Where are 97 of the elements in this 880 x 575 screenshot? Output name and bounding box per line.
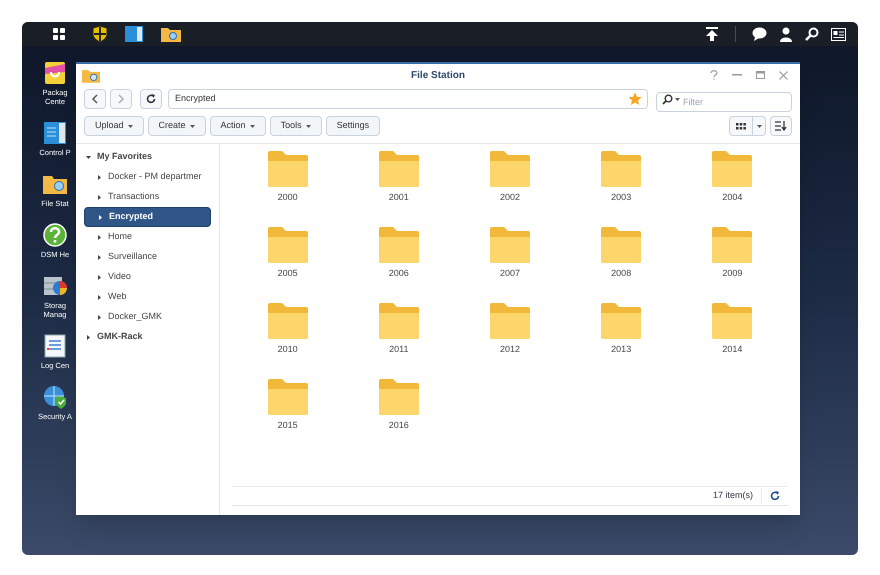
- apps-grid-icon[interactable]: [52, 27, 66, 41]
- back-chevron-icon: [92, 94, 98, 104]
- folder-icon: [378, 226, 420, 264]
- toolbar-button[interactable]: Create: [148, 116, 206, 136]
- help-app-icon[interactable]: [42, 222, 68, 248]
- back-button[interactable]: [84, 89, 106, 109]
- folder-icon: [378, 302, 420, 340]
- tree-item[interactable]: Docker_GMK: [84, 307, 211, 327]
- address-field[interactable]: Encrypted: [168, 89, 648, 109]
- toolbar-button[interactable]: Action: [210, 116, 266, 136]
- collapsed-caret-icon[interactable]: [97, 194, 102, 200]
- folder-icon: [266, 226, 309, 264]
- folder-item[interactable]: 2006: [343, 224, 454, 296]
- folder-icon: [378, 150, 420, 188]
- tree-item[interactable]: Web: [84, 287, 211, 307]
- tree-item[interactable]: Encrypted: [84, 207, 211, 227]
- folder-item[interactable]: 2010: [232, 300, 344, 372]
- folder-item[interactable]: 2012: [454, 300, 566, 372]
- folder-item[interactable]: 2004: [676, 148, 788, 220]
- shield-icon[interactable]: [91, 25, 109, 43]
- folder-search-icon: [82, 68, 100, 82]
- collapsed-caret-icon[interactable]: [97, 234, 102, 240]
- folder-item[interactable]: 2016: [343, 376, 454, 448]
- folder-icon: [711, 226, 754, 264]
- chat-icon[interactable]: [752, 27, 767, 41]
- upload-icon[interactable]: [705, 27, 719, 41]
- folder-icon: [711, 150, 754, 188]
- filter-field[interactable]: Filter: [656, 92, 792, 112]
- search-icon[interactable]: [805, 27, 819, 41]
- folder-item[interactable]: 2014: [676, 300, 788, 372]
- folder-item[interactable]: 2003: [566, 148, 677, 220]
- toolbar-button[interactable]: Settings: [326, 116, 380, 136]
- forward-chevron-icon: [118, 94, 124, 104]
- search-icon: [662, 94, 673, 105]
- folder-search-icon[interactable]: [161, 26, 181, 42]
- folder-item[interactable]: 2013: [566, 300, 677, 372]
- toolbar-button[interactable]: Tools: [270, 116, 322, 136]
- caret-icon: [675, 98, 680, 101]
- collapsed-caret-icon[interactable]: [97, 294, 102, 300]
- folder-item[interactable]: 2007: [454, 224, 566, 296]
- collapsed-caret-icon[interactable]: [97, 314, 102, 320]
- folder-icon: [600, 226, 642, 264]
- caret-icon: [756, 124, 762, 128]
- minimize-icon[interactable]: [732, 74, 742, 76]
- folder-icon: [488, 302, 531, 340]
- close-icon[interactable]: [779, 70, 788, 80]
- tree-item[interactable]: My Favorites: [84, 147, 211, 167]
- control-panel-icon[interactable]: [125, 26, 143, 42]
- refresh-icon: [146, 94, 156, 104]
- folder-icon: [488, 150, 531, 188]
- maximize-icon[interactable]: [756, 71, 765, 79]
- filled-star-icon[interactable]: [629, 93, 641, 105]
- item-count: 17 item(s): [712, 489, 762, 503]
- collapsed-caret-icon[interactable]: [98, 214, 103, 220]
- tree-item[interactable]: Docker - PM departmer: [84, 167, 211, 187]
- folder-item[interactable]: 2011: [343, 300, 454, 372]
- refresh-icon[interactable]: [770, 491, 780, 501]
- tree-item[interactable]: Surveillance: [84, 247, 211, 267]
- toolbar-button[interactable]: Upload: [84, 116, 144, 136]
- collapsed-caret-icon[interactable]: [86, 334, 91, 340]
- grid-view-button[interactable]: [729, 116, 753, 136]
- package-app-icon[interactable]: [42, 60, 68, 86]
- folder-item[interactable]: 2005: [232, 224, 344, 296]
- sort-icon: [775, 121, 787, 131]
- view-dropdown-button[interactable]: [753, 116, 766, 136]
- control-app-icon[interactable]: [42, 120, 68, 146]
- grid-icon: [736, 122, 746, 130]
- collapsed-caret-icon[interactable]: [97, 174, 102, 180]
- folder-icon: [266, 378, 309, 416]
- help-icon[interactable]: [710, 70, 718, 80]
- log-app-icon[interactable]: [42, 333, 68, 359]
- expanded-caret-icon[interactable]: [86, 154, 91, 160]
- folder-item[interactable]: 2008: [566, 224, 677, 296]
- tree-item[interactable]: Video: [84, 267, 211, 287]
- folder-icon: [266, 150, 309, 188]
- folder-item[interactable]: 2001: [343, 148, 454, 220]
- sort-button[interactable]: [770, 116, 792, 136]
- folder-icon: [600, 302, 642, 340]
- collapsed-caret-icon[interactable]: [97, 274, 102, 280]
- folder-icon: [711, 302, 754, 340]
- tree-item[interactable]: GMK-Rack: [84, 327, 211, 347]
- refresh-button[interactable]: [140, 89, 162, 109]
- tree-item[interactable]: Home: [84, 227, 211, 247]
- widgets-icon[interactable]: [831, 28, 846, 40]
- collapsed-caret-icon[interactable]: [97, 254, 102, 260]
- folder-item[interactable]: 2002: [454, 148, 566, 220]
- tree-item[interactable]: Transactions: [84, 187, 211, 207]
- folder-icon: [378, 378, 420, 416]
- folder-item[interactable]: 2015: [232, 376, 344, 448]
- folder-item[interactable]: 2000: [232, 148, 344, 220]
- folder-item[interactable]: 2009: [676, 224, 788, 296]
- window-title: File Station: [411, 68, 465, 82]
- folder-icon: [266, 302, 309, 340]
- user-icon[interactable]: [779, 26, 793, 42]
- folder-icon: [600, 150, 642, 188]
- folder-icon: [488, 226, 531, 264]
- security-app-icon[interactable]: [42, 384, 68, 410]
